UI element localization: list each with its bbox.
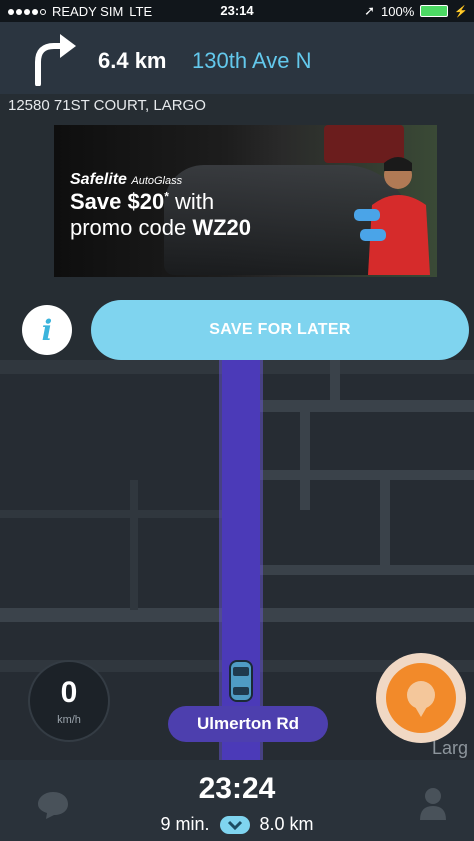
map-road	[300, 400, 310, 510]
ad-headline: Save $20* with	[70, 189, 215, 214]
map-road	[130, 480, 138, 610]
status-right: ➚ 100% ⚡	[364, 3, 468, 19]
ad-promo: promo code WZ20	[70, 215, 251, 240]
destination-address: 12580 71ST COURT, LARGO	[8, 97, 206, 114]
car-position-icon	[229, 660, 253, 702]
location-arrow-icon: ➚	[364, 3, 376, 18]
speed-unit: km/h	[57, 714, 81, 726]
ad-brand: Safelite AutoGlass	[70, 171, 183, 188]
user-profile-icon[interactable]	[418, 786, 448, 820]
info-button[interactable]: i	[22, 305, 72, 355]
ad-banner[interactable]: Safelite AutoGlass Save $20* with promo …	[54, 125, 437, 277]
trip-summary: 9 min. 8.0 km	[0, 814, 474, 835]
save-for-later-label: SAVE FOR LATER	[209, 321, 351, 338]
map-road	[380, 480, 390, 570]
ad-technician-image	[354, 157, 430, 275]
speed-value: 0	[60, 676, 78, 709]
navigation-instruction[interactable]: 6.4 km 130th Ave N	[0, 22, 474, 94]
report-icon	[386, 663, 456, 733]
battery-percent: 100%	[381, 3, 415, 19]
map-road	[250, 400, 474, 412]
map-road	[250, 470, 474, 480]
speedometer: 0 km/h	[28, 660, 110, 742]
current-road-label: Ulmerton Rd	[168, 706, 328, 742]
report-button[interactable]	[376, 653, 466, 743]
status-bar: READY SIM LTE 23:14 ➚ 100% ⚡	[0, 0, 474, 22]
info-icon: i	[41, 313, 53, 347]
charging-bolt-icon: ⚡	[454, 5, 468, 18]
turn-distance: 6.4 km	[98, 48, 167, 73]
save-for-later-button[interactable]: SAVE FOR LATER	[91, 300, 469, 360]
turn-right-icon	[35, 34, 76, 86]
arrival-time: 23:24	[198, 772, 276, 805]
trip-duration: 9 min.	[160, 814, 210, 834]
route-chevron-icon	[219, 815, 250, 834]
current-road-name: Ulmerton Rd	[197, 714, 299, 733]
next-street: 130th Ave N	[192, 48, 312, 73]
map-road	[0, 510, 230, 518]
trip-distance: 8.0 km	[259, 814, 314, 834]
map-city-label: Larg	[432, 738, 469, 758]
map-road	[330, 360, 340, 400]
battery-icon	[420, 5, 449, 17]
trip-bar[interactable]: 23:24 9 min. 8.0 km	[0, 760, 474, 841]
map-road	[250, 565, 474, 575]
